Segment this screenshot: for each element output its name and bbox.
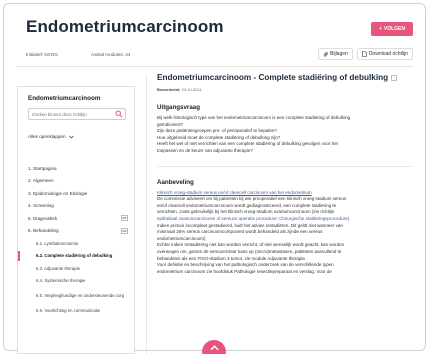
list-icon[interactable] <box>121 228 128 234</box>
module-title: Endometriumcarcinoom - Complete stadiëri… <box>157 72 412 83</box>
sidebar-title: Endometriumcarcinoom <box>28 95 101 102</box>
follow-button[interactable]: + VOLGEN <box>371 22 413 36</box>
expand-all-label: Alles openklappen <box>28 134 66 139</box>
nav-item-systemische-therapie[interactable]: 6.4. Systemische therapie <box>28 275 128 288</box>
question-heading: Uitgangsvraag <box>157 104 200 111</box>
nav-item-diagnostiek[interactable]: 5. Diagnostiek <box>28 212 128 225</box>
nav-item-algemeen[interactable]: 2. Algemeen <box>28 175 128 188</box>
plus-icon: + <box>378 26 382 32</box>
follow-label: VOLGEN <box>383 26 406 32</box>
recommendation-link[interactable]: Klinisch vroeg-stadium sereus en/of clea… <box>157 190 412 197</box>
nav-item-behandeling[interactable]: 6. Behandeling <box>28 225 128 238</box>
chevron-down-icon <box>68 135 74 138</box>
nav-item-adjuvante-therapie[interactable]: 6.3. Adjuvante therapie <box>28 262 128 275</box>
list-icon[interactable] <box>121 215 128 221</box>
nav-item-lymfadenectomie[interactable]: 6.1. Lymfadenectomie <box>28 237 128 250</box>
initiative-label: Initiatief: NVOG <box>26 52 58 57</box>
expand-all-toggle[interactable]: Alles openklappen <box>28 134 74 139</box>
nav-item-epidemiologie[interactable]: 3. Epidemiologie en Etiologie <box>28 187 128 200</box>
recommendation-text: Klinisch vroeg-stadium sereus en/of clea… <box>157 190 412 276</box>
paperclip-icon <box>323 51 328 57</box>
info-icon[interactable] <box>391 74 398 81</box>
recommendation-heading: Aanbeveling <box>157 178 194 186</box>
nav-item-complete-stadiering[interactable]: 6.2. Complete stadiëring of debulking <box>18 250 128 263</box>
attachments-button[interactable]: Bijlagen <box>318 48 353 60</box>
section-divider <box>157 165 412 167</box>
module-content: Endometriumcarcinoom - Complete stadiëri… <box>157 72 412 275</box>
content-divider <box>146 74 147 354</box>
page-title: Endometriumcarcinoom <box>26 17 224 36</box>
download-label: Download richtlijn <box>368 51 408 57</box>
ovariumcarcinoom-link[interactable]: epitheliaal ovariumcarcinoom of sereuze … <box>157 216 412 223</box>
reviewed-date: Beoordeeld: 24-10-2011 <box>157 87 202 92</box>
chapter-list: 1. Startpagina 2. Algemeen 3. Epidemiolo… <box>18 162 128 317</box>
nav-item-verpleegkundige-zorg[interactable]: 6.5. Verpleegkundige en ondersteunende z… <box>28 287 128 304</box>
module-count: Aantal modules: 44 <box>91 52 131 57</box>
document-icon <box>362 51 367 57</box>
sidebar: Endometriumcarcinoom Alles openklappen 1… <box>17 86 135 354</box>
download-button[interactable]: Download richtlijn <box>356 48 413 60</box>
attachments-label: Bijlagen <box>330 51 348 57</box>
question-text: Bij welk histologisch type van het endom… <box>157 115 351 153</box>
page-header: Endometriumcarcinoom Initiatief: NVOG Aa… <box>4 4 425 66</box>
nav-item-voorlichting[interactable]: 6.6. Voorlichting en communicatie <box>28 304 128 317</box>
top-actions: Bijlagen Download richtlijn <box>318 48 413 60</box>
chevron-up-icon <box>209 345 219 351</box>
nav-item-startpagina[interactable]: 1. Startpagina <box>28 162 128 175</box>
search-icon[interactable] <box>115 110 123 118</box>
search-input[interactable] <box>28 108 126 120</box>
header-divider <box>16 66 413 67</box>
nav-item-screening[interactable]: 4. Screening <box>28 200 128 213</box>
